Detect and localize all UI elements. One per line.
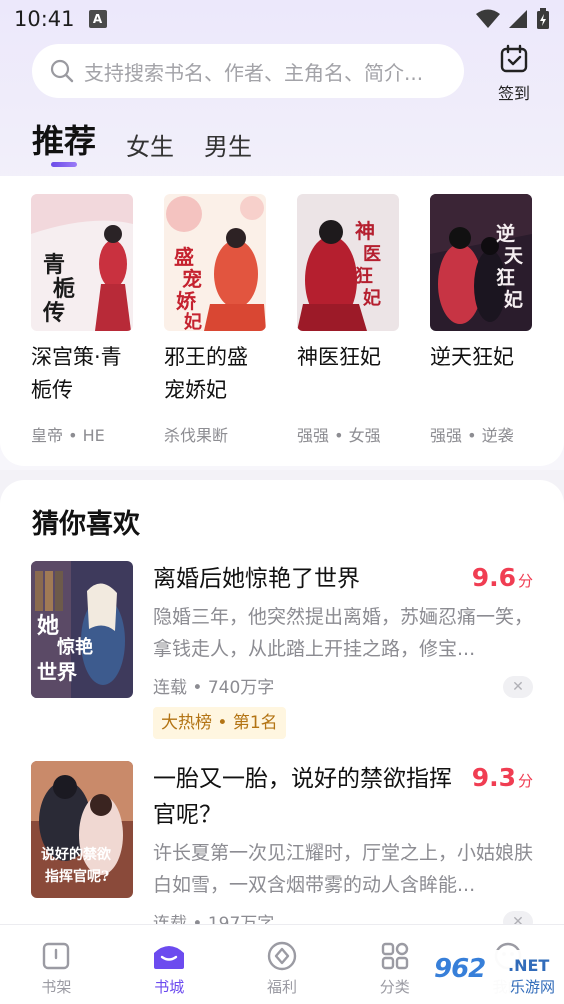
svg-text:医: 医 (363, 244, 381, 265)
wifi-icon (476, 9, 500, 28)
book-tags: 强强 • 逆袭 (430, 426, 514, 445)
svg-text:她: 她 (37, 613, 59, 639)
svg-text:狂: 狂 (355, 266, 373, 287)
svg-text:盛: 盛 (174, 245, 194, 269)
svg-text:狂: 狂 (496, 267, 515, 289)
coin-icon (267, 941, 297, 971)
book-tags: 强强 • 女强 (297, 426, 381, 445)
svg-text:逆: 逆 (496, 222, 515, 245)
book-cover[interactable]: 神 医 狂 妃 (297, 194, 399, 331)
category-tabs: 推荐 女生 男生 (32, 116, 282, 168)
book-title[interactable]: 邪王的盛宠娇妃 (164, 341, 267, 411)
list-item[interactable]: 说好的禁欲 指挥官呢? 一胎又一胎，说好的禁欲指挥官呢？ 9.3 分 许长夏第一次… (31, 761, 533, 934)
tab-male[interactable]: 男生 (204, 127, 252, 168)
checkin-label: 签到 (497, 84, 530, 103)
checkin-button[interactable]: 签到 (490, 44, 538, 104)
svg-text:世界: 世界 (37, 660, 77, 684)
watermark-net: .NET (508, 956, 550, 975)
search-input[interactable]: 支持搜索书名、作者、主角名、简介... (84, 57, 444, 86)
signal-icon (509, 10, 527, 28)
nav-bookstore[interactable]: 书城 (113, 925, 226, 1004)
svg-text:传: 传 (42, 300, 65, 326)
score-value: 9.3 (471, 763, 516, 792)
guess-section: 猜你喜欢 她 惊艳 世界 离婚后她惊艳了世界 9.6 分 隐婚三年，他突然提出离婚… (0, 480, 564, 940)
notification-icon: A (88, 10, 107, 28)
svg-text:宠: 宠 (182, 267, 202, 291)
svg-text:妃: 妃 (504, 288, 523, 311)
watermark: 962 .NET 乐游网 (428, 950, 562, 1000)
book-tags: 皇帝 • HE (31, 426, 105, 445)
score-value: 9.6 (471, 563, 516, 592)
nav-bookshelf[interactable]: 书架 (0, 925, 113, 1004)
book-cover[interactable]: 青 栀 传 (31, 194, 133, 331)
book-cover[interactable]: 她 惊艳 世界 (31, 561, 133, 698)
grid-icon (381, 942, 408, 970)
svg-text:天: 天 (504, 245, 524, 267)
score-unit: 分 (517, 572, 533, 590)
nav-label: 福利 (266, 978, 297, 996)
active-tab-indicator (51, 162, 77, 167)
bookshelf-icon (43, 942, 70, 970)
status-time: 10:41 (14, 7, 75, 31)
svg-text:说好的禁欲: 说好的禁欲 (41, 846, 111, 863)
svg-text:惊艳: 惊艳 (57, 636, 93, 658)
nav-label: 书架 (41, 978, 72, 996)
book-title[interactable]: 神医狂妃 (297, 341, 400, 411)
nav-label: 书城 (154, 978, 185, 996)
close-icon: ✕ (512, 679, 524, 695)
book-cover[interactable]: 说好的禁欲 指挥官呢? (31, 761, 133, 898)
book-title[interactable]: 深宫策·青栀传 (31, 341, 134, 411)
watermark-logo: 962 (434, 954, 486, 984)
book-tags: 杀伐果断 (164, 426, 229, 445)
book-description: 许长夏第一次见江耀时，厅堂之上，小姑娘肤白如雪，一双含烟带雾的动人含眸能... (153, 842, 533, 896)
book-cover[interactable]: 盛 宠 娇 妃 (164, 194, 266, 331)
recommend-book[interactable]: 盛 宠 娇 妃 邪王的盛宠娇妃 杀伐果断 (164, 194, 267, 446)
svg-text:妃: 妃 (184, 311, 202, 331)
status-bar: 10:41 A (0, 0, 564, 38)
score-unit: 分 (517, 772, 533, 790)
svg-text:娇: 娇 (176, 289, 197, 313)
svg-text:妃: 妃 (363, 287, 381, 309)
book-title[interactable]: 逆天狂妃 (430, 341, 533, 411)
watermark-sub: 乐游网 (510, 978, 556, 996)
dismiss-button[interactable]: ✕ (503, 676, 533, 698)
recommend-section: 青 栀 传 深宫策·青栀传 皇帝 • HE 盛 宠 娇 妃 邪王的盛宠娇妃 杀伐… (0, 176, 564, 466)
book-score: 9.3 分 (472, 763, 533, 792)
recommend-list: 青 栀 传 深宫策·青栀传 皇帝 • HE 盛 宠 娇 妃 邪王的盛宠娇妃 杀伐… (31, 194, 563, 446)
recommend-book[interactable]: 青 栀 传 深宫策·青栀传 皇帝 • HE (31, 194, 134, 446)
svg-text:青: 青 (43, 252, 65, 278)
nav-welfare[interactable]: 福利 (226, 925, 339, 1004)
svg-text:神: 神 (355, 219, 375, 243)
battery-icon (537, 8, 549, 29)
svg-text:指挥官呢?: 指挥官呢? (45, 868, 109, 885)
book-title[interactable]: 一胎又一胎，说好的禁欲指挥官呢？ (153, 761, 463, 833)
recommend-book[interactable]: 神 医 狂 妃 神医狂妃 强强 • 女强 (297, 194, 400, 446)
rank-badge: 大热榜 • 第1名 (153, 707, 286, 739)
search-icon (50, 59, 74, 83)
list-item[interactable]: 她 惊艳 世界 离婚后她惊艳了世界 9.6 分 隐婚三年，他突然提出离婚，苏婳忍痛… (31, 561, 533, 739)
calendar-check-icon (500, 44, 528, 73)
section-title: 猜你喜欢 (32, 509, 140, 540)
tab-recommend[interactable]: 推荐 (32, 116, 96, 168)
svg-text:栀: 栀 (53, 276, 75, 302)
bookstore-icon (154, 946, 185, 969)
recommend-book[interactable]: 逆 天 狂 妃 逆天狂妃 强强 • 逆袭 (430, 194, 533, 446)
book-score: 9.6 分 (472, 563, 533, 592)
book-title[interactable]: 离婚后她惊艳了世界 (153, 561, 463, 597)
book-description: 隐婚三年，他突然提出离婚，苏婳忍痛一笑，拿钱走人，从此踏上开挂之路，修宝... (153, 606, 533, 660)
book-meta: 连载 • 740万字 (153, 678, 275, 698)
tab-female[interactable]: 女生 (126, 127, 174, 168)
search-bar[interactable]: 支持搜索书名、作者、主角名、简介... (32, 44, 464, 98)
book-cover[interactable]: 逆 天 狂 妃 (430, 194, 532, 331)
